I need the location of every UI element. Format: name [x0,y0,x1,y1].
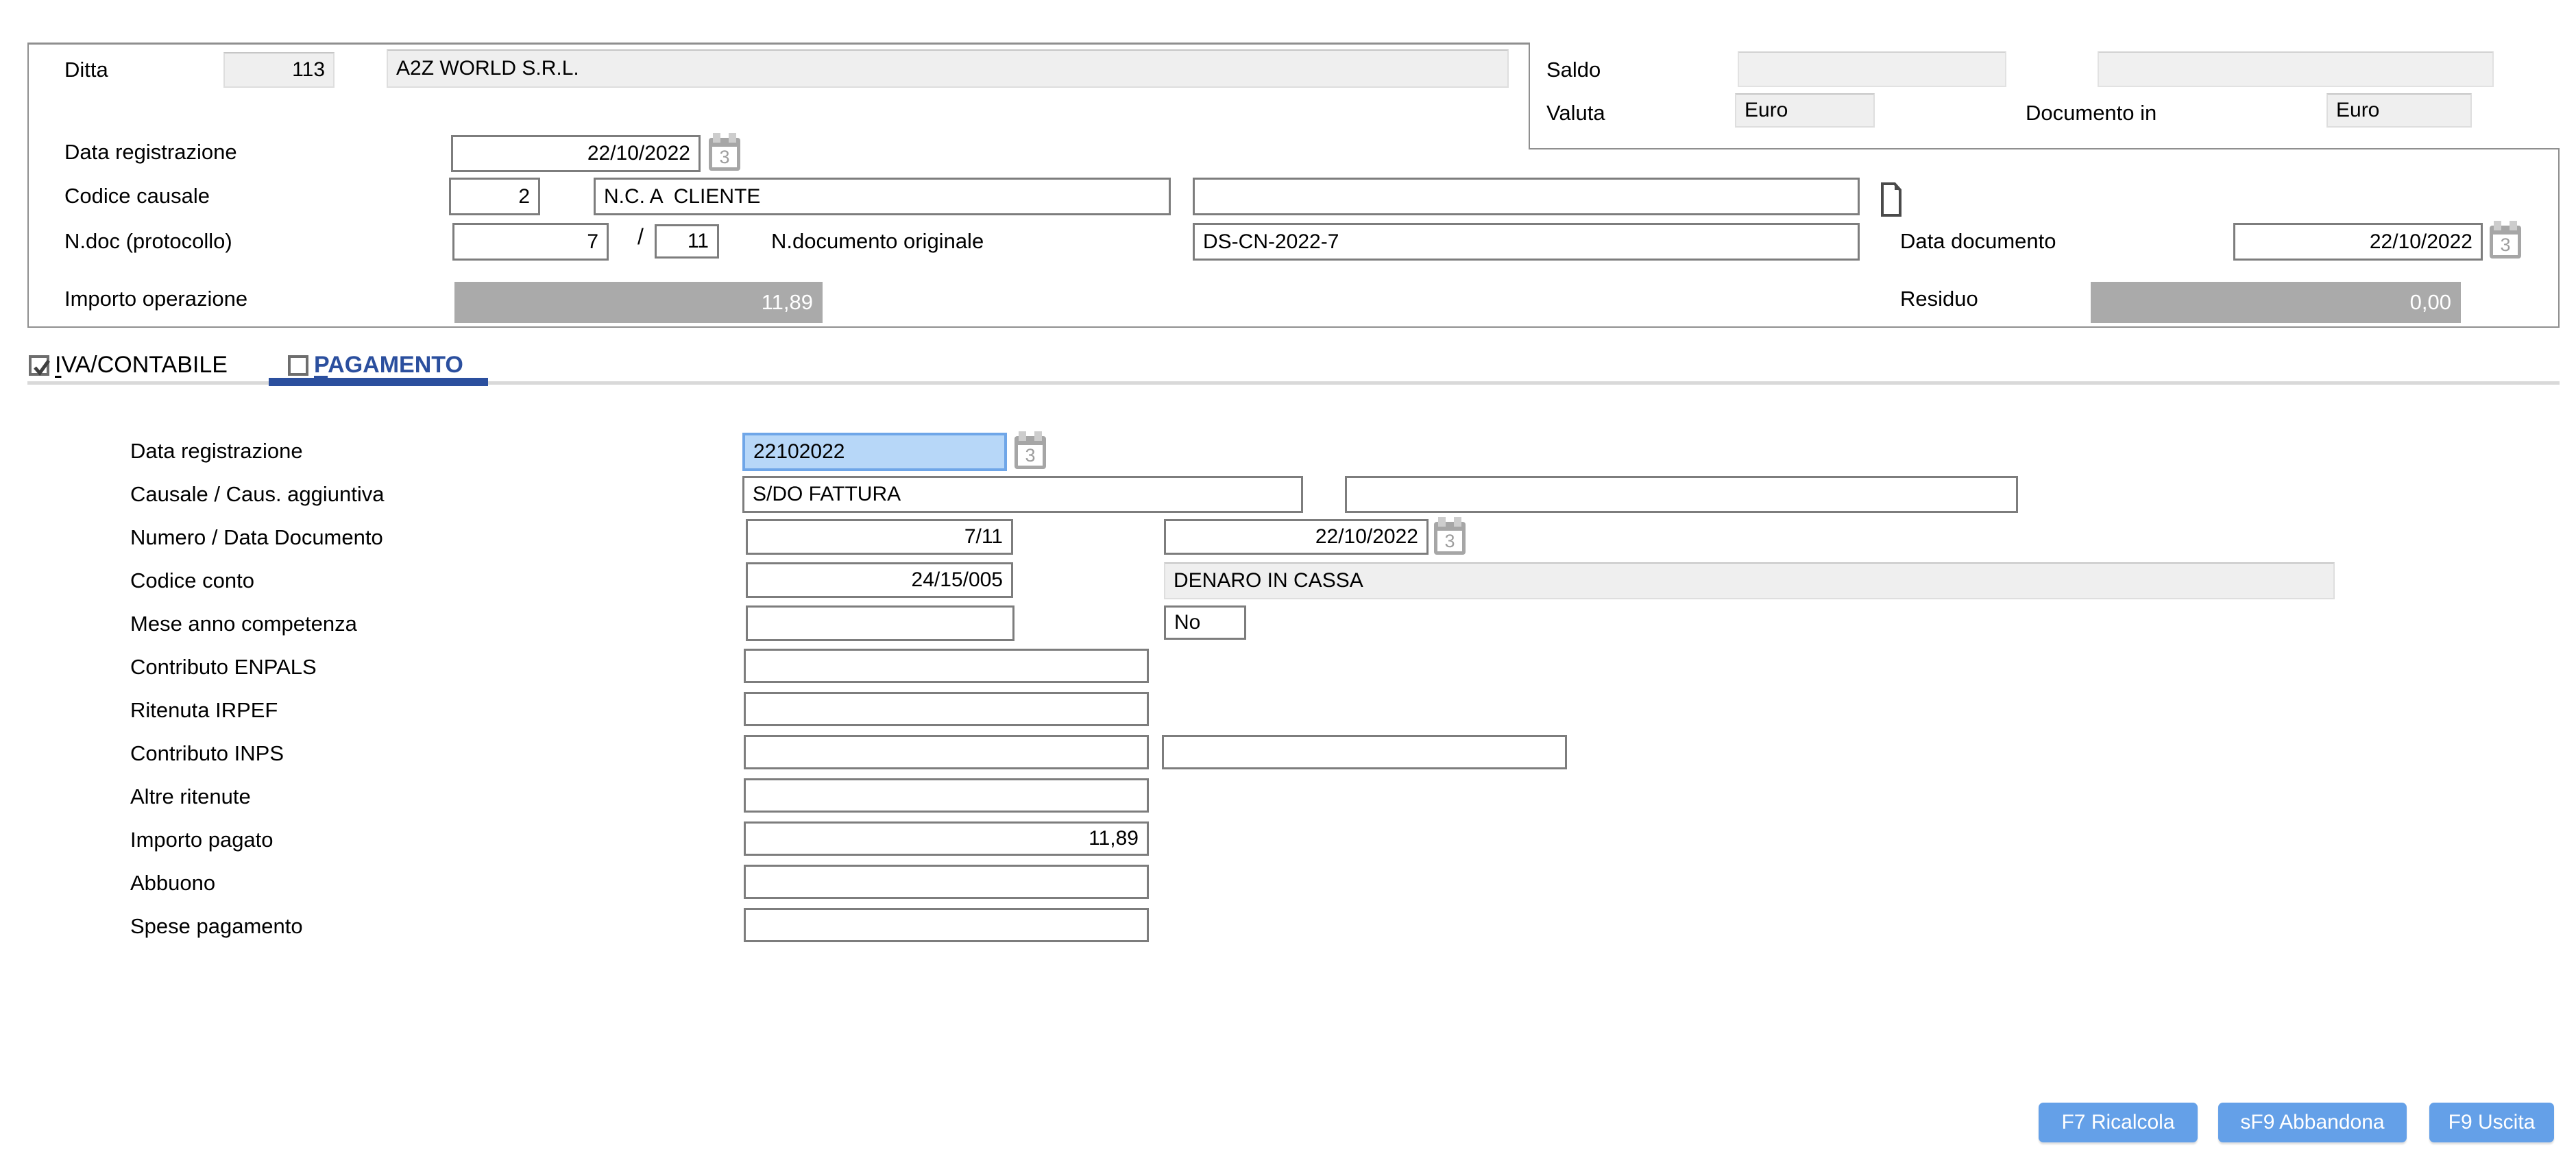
ndoc-originale-field[interactable] [1193,223,1860,261]
codice-conto-field[interactable] [746,562,1013,598]
data-documento-field[interactable] [2233,223,2483,261]
altre-ritenute-label: Altre ritenute [130,784,251,810]
importo-operazione-label: Importo operazione [64,286,247,312]
document-header-panel: Ditta Data registrazione 3 Codice causal… [27,43,2560,328]
pag-data-registrazione-field[interactable] [742,433,1007,471]
ditta-label: Ditta [64,57,108,83]
mese-anno-flag-field[interactable] [1164,605,1246,640]
mese-anno-competenza-label: Mese anno competenza [130,611,357,637]
payment-entry-screen: Ditta Data registrazione 3 Codice causal… [0,0,2576,1152]
pag-data-registrazione-label: Data registrazione [130,438,303,464]
ndoc-bis-field[interactable] [655,224,719,259]
mese-anno-competenza-field[interactable] [746,605,1014,641]
checkbox-pagamento-unchecked[interactable] [288,355,308,376]
data-registrazione-field[interactable] [451,135,701,172]
uscita-button[interactable]: F9 Uscita [2429,1103,2554,1142]
saldo-field-2 [2098,51,2494,87]
documento-in-label: Documento in [2026,100,2156,126]
calendar-icon[interactable]: 3 [1434,522,1466,555]
contributo-inps-field[interactable] [744,735,1149,769]
documento-in-field [2326,93,2472,128]
ndoc-originale-label: N.documento originale [771,228,984,254]
contributo-inps-field-2[interactable] [1162,735,1567,769]
importo-pagato-field[interactable] [744,821,1149,856]
altre-ritenute-field[interactable] [744,778,1149,813]
tab-pagamento-label[interactable]: PAGAMENTO [314,351,463,379]
ndoc-field[interactable] [452,223,609,261]
causale-field[interactable] [742,476,1303,513]
active-tab-indicator [269,378,488,386]
contributo-enpals-label: Contributo ENPALS [130,654,317,680]
saldo-label: Saldo [1546,57,1601,83]
ditta-code-field [223,52,335,88]
data-documento-label: Data documento [1900,228,2056,254]
data-registrazione-label: Data registrazione [64,139,237,165]
abbandona-button[interactable]: sF9 Abbandona [2218,1103,2407,1142]
codice-causale-label: Codice causale [64,183,210,209]
spese-pagamento-label: Spese pagamento [130,913,303,939]
pag-data-documento-field[interactable] [1164,519,1429,555]
contributo-inps-label: Contributo INPS [130,741,284,767]
residuo-label: Residuo [1900,286,1978,312]
saldo-panel: Saldo Valuta Documento in [1529,43,2560,149]
valuta-field [1735,93,1875,128]
importo-pagato-label: Importo pagato [130,827,274,853]
ndoc-separator: / [637,224,644,250]
codice-conto-label: Codice conto [130,568,254,594]
saldo-field-1 [1738,51,2006,87]
residuo-value: 0,00 [2091,282,2461,323]
causale-label: Causale / Caus. aggiuntiva [130,481,385,507]
codice-causale-extra-field[interactable] [1193,178,1860,215]
spese-pagamento-field[interactable] [744,908,1149,942]
abbuono-label: Abbuono [130,870,215,896]
ricalcola-button[interactable]: F7 Ricalcola [2039,1103,2198,1142]
ditta-name-field [387,49,1509,88]
ritenuta-irpef-field[interactable] [744,692,1149,726]
calendar-icon[interactable]: 3 [1014,436,1046,469]
codice-conto-desc-field [1164,562,2335,599]
ndoc-label: N.doc (protocollo) [64,228,232,254]
codice-causale-code-field[interactable] [449,178,540,215]
calendar-icon[interactable]: 3 [709,138,740,171]
checkbox-iva-contabile-checked[interactable] [29,355,49,376]
codice-causale-desc-field[interactable] [594,178,1171,215]
numero-data-documento-label: Numero / Data Documento [130,525,383,551]
tab-iva-contabile-label[interactable]: IVA/CONTABILE [55,351,228,379]
numero-documento-field[interactable] [746,519,1013,555]
importo-operazione-value: 11,89 [454,282,823,323]
abbuono-field[interactable] [744,865,1149,899]
ritenuta-irpef-label: Ritenuta IRPEF [130,697,278,723]
valuta-label: Valuta [1546,100,1605,126]
document-icon[interactable] [1880,182,1902,221]
causale-aggiuntiva-field[interactable] [1345,476,2018,513]
contributo-enpals-field[interactable] [744,649,1149,683]
calendar-icon[interactable]: 3 [2490,226,2521,259]
